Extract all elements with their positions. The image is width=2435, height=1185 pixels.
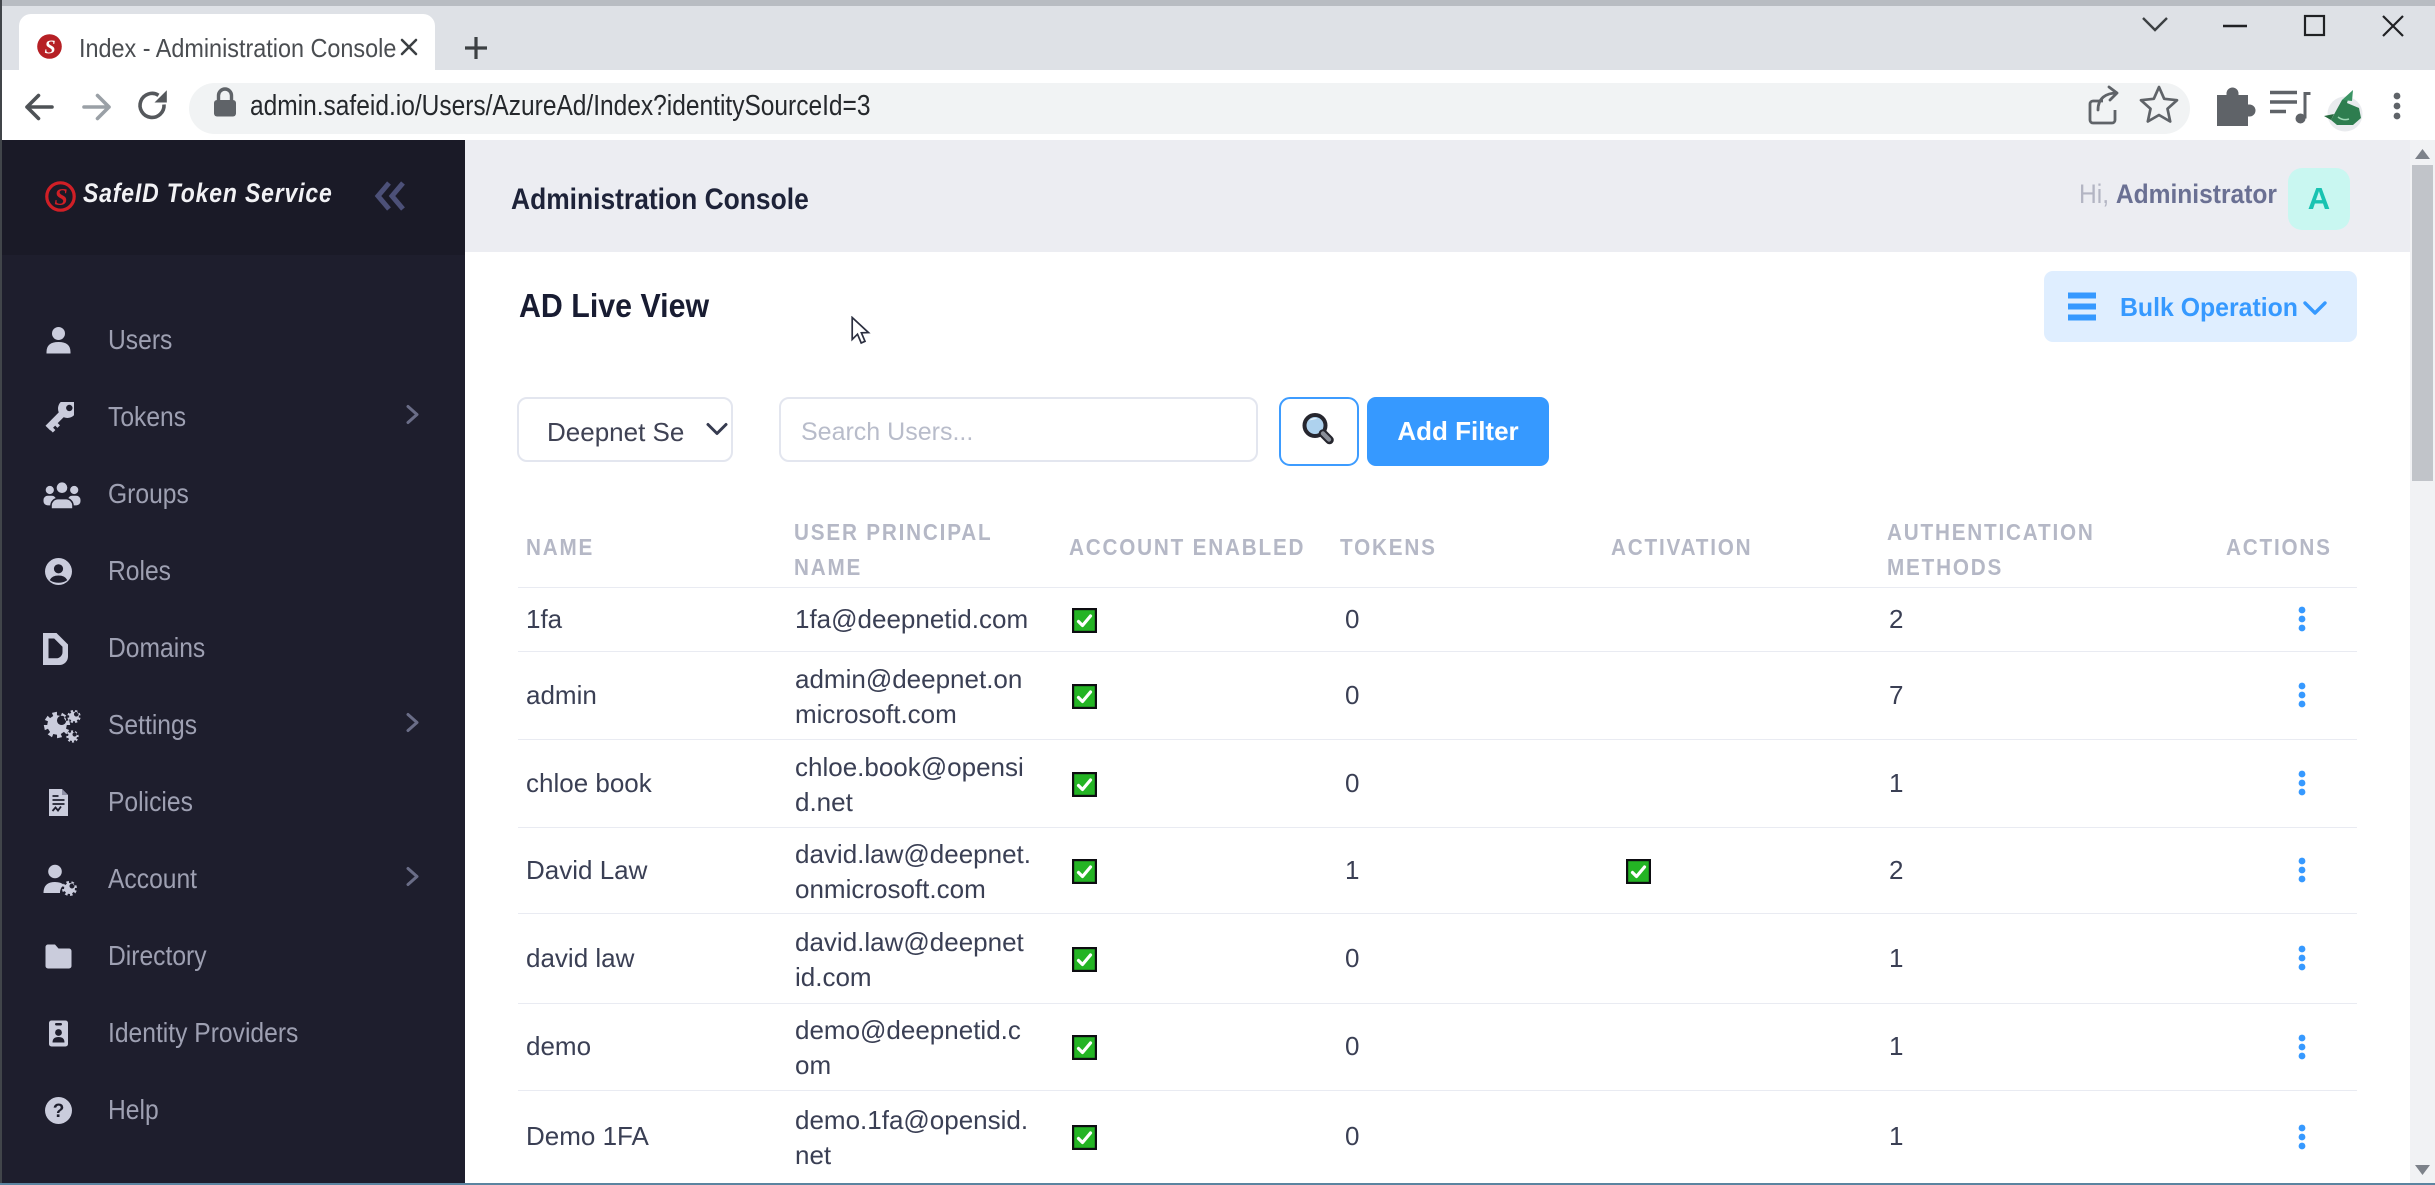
svg-text:S: S: [54, 185, 67, 211]
svg-text:?: ?: [53, 1101, 65, 1122]
svg-text:S: S: [44, 37, 55, 59]
